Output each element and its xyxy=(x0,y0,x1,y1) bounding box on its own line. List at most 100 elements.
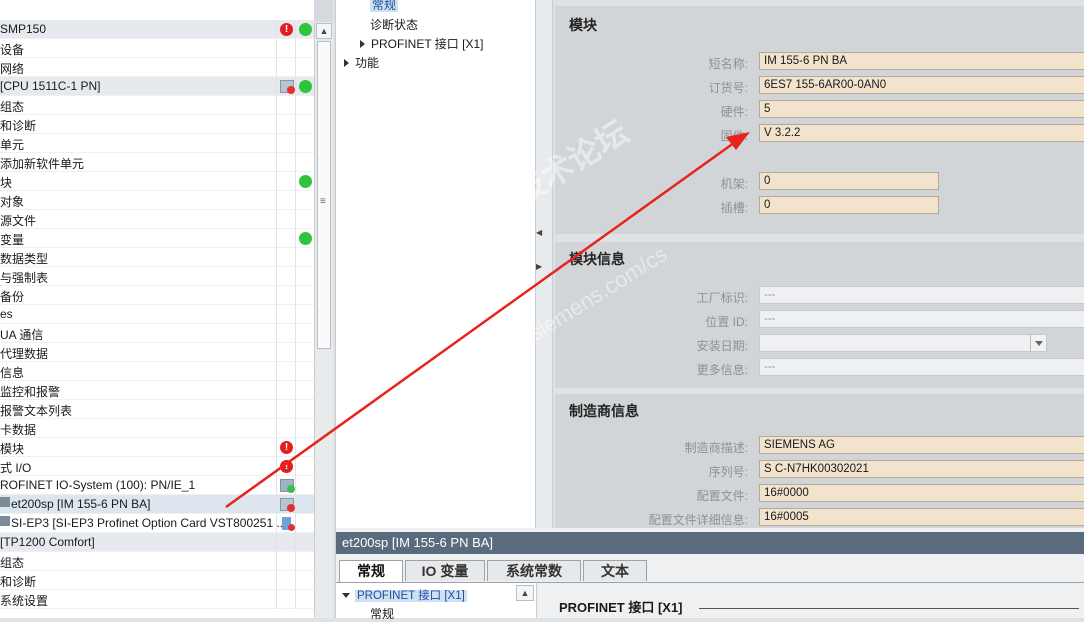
slot-field[interactable]: 0 xyxy=(759,196,939,214)
rack-field[interactable]: 0 xyxy=(759,172,939,190)
ok-status-icon xyxy=(299,23,312,36)
tab-io-tags[interactable]: IO 变量 xyxy=(405,560,485,581)
profile-detail-label: 配置文件详细信息: xyxy=(648,513,748,527)
inspector-heading: PROFINET 接口 [X1] xyxy=(559,600,683,615)
tab-system-constants[interactable]: 系统常数 xyxy=(487,560,581,581)
module-error-icon xyxy=(282,517,295,531)
section-title-manufacturer: 制造商信息 xyxy=(569,403,639,419)
tree-item[interactable]: SMP150! xyxy=(0,20,314,39)
tree-item-label: 式 I/O xyxy=(0,461,32,475)
tree-item-label: 备份 xyxy=(0,290,25,304)
collapse-left-icon[interactable]: ◀ xyxy=(536,228,542,238)
tab-texts[interactable]: 文本 xyxy=(583,560,647,581)
tree-item-label: 信息 xyxy=(0,366,25,380)
tree-item[interactable]: UA 通信 xyxy=(0,324,314,343)
tree-item[interactable]: et200sp [IM 155-6 PN BA] xyxy=(0,495,314,514)
tree-item[interactable]: 卡数据 xyxy=(0,419,314,438)
tree-item[interactable]: 添加新软件单元 xyxy=(0,153,314,172)
tree-item[interactable]: 信息 xyxy=(0,362,314,381)
nav-item-profinet[interactable]: PROFINET 接口 [X1] xyxy=(360,35,483,52)
status-column xyxy=(295,362,314,381)
panel-splitter[interactable]: ◀ ▶ xyxy=(535,0,553,528)
mfr-desc-field[interactable]: SIEMENS AG xyxy=(759,436,1084,454)
tree-item[interactable]: 设备 xyxy=(0,39,314,58)
tree-item-label: 模块 xyxy=(0,442,25,456)
scroll-up-icon[interactable]: ▲ xyxy=(316,23,332,39)
tree-item[interactable]: 变量 xyxy=(0,229,314,248)
tree-item[interactable]: [TP1200 Comfort] xyxy=(0,533,314,552)
tree-item[interactable]: 网络 xyxy=(0,58,314,77)
install-date-label: 安装日期: xyxy=(696,339,748,353)
tree-item[interactable]: 报警文本列表 xyxy=(0,400,314,419)
location-id-label: 位置 ID: xyxy=(705,315,748,329)
device-icon xyxy=(0,516,10,526)
status-column xyxy=(276,172,295,191)
nav-item-general[interactable]: 常规 xyxy=(370,0,399,12)
tree-item[interactable]: 源文件 xyxy=(0,210,314,229)
serial-label: 序列号: xyxy=(708,465,748,479)
dropdown-arrow-icon[interactable] xyxy=(1030,335,1046,351)
tree-item-label: 添加新软件单元 xyxy=(0,157,85,171)
profile-detail-field[interactable]: 16#0005 xyxy=(759,508,1084,526)
status-column xyxy=(295,39,314,58)
status-column xyxy=(276,533,295,552)
tree-item[interactable]: [CPU 1511C-1 PN] xyxy=(0,77,314,96)
tab-general[interactable]: 常规 xyxy=(339,560,403,582)
ok-status-icon xyxy=(299,175,312,188)
install-date-field[interactable] xyxy=(759,334,1047,352)
hardware-field[interactable]: 5 xyxy=(759,100,1084,118)
more-info-field[interactable]: --- xyxy=(759,358,1084,376)
tree-item[interactable]: 单元 xyxy=(0,134,314,153)
tree-item[interactable]: 数据类型 xyxy=(0,248,314,267)
tree-item[interactable]: 备份 xyxy=(0,286,314,305)
hardware-label: 硬件: xyxy=(720,105,748,119)
tree-item[interactable]: SI-EP3 [SI-EP3 Profinet Option Card VST8… xyxy=(0,514,314,533)
tree-item[interactable]: ROFINET IO-System (100): PN/IE_1 xyxy=(0,476,314,495)
scroll-thumb[interactable]: ≡ xyxy=(317,41,331,349)
nav-item-function[interactable]: 功能 xyxy=(344,54,379,71)
property-panel: 模块 短名称: IM 155-6 PN BA 订货号: 6ES7 155-6AR… xyxy=(553,0,1084,528)
tree-item[interactable]: 与强制表 xyxy=(0,267,314,286)
tree-item[interactable]: 监控和报警 xyxy=(0,381,314,400)
tree-item[interactable]: 模块! xyxy=(0,438,314,457)
tree-item[interactable]: 对象 xyxy=(0,191,314,210)
module-section: 模块 短名称: IM 155-6 PN BA 订货号: 6ES7 155-6AR… xyxy=(555,6,1084,234)
expand-arrow-icon[interactable] xyxy=(360,40,365,48)
inspector-scroll-up-icon[interactable]: ▲ xyxy=(516,585,534,601)
short-name-field[interactable]: IM 155-6 PN BA xyxy=(759,52,1084,70)
plant-id-field[interactable]: --- xyxy=(759,286,1084,304)
tree-item[interactable]: 式 I/O! xyxy=(0,457,314,476)
tree-item-label: 组态 xyxy=(0,556,25,570)
tree-item[interactable]: 和诊断 xyxy=(0,115,314,134)
section-title-module-info: 模块信息 xyxy=(569,251,625,267)
collapse-right-icon[interactable]: ▶ xyxy=(536,262,542,272)
status-column xyxy=(295,20,314,39)
serial-field[interactable]: S C-N7HK00302021 xyxy=(759,460,1084,478)
tree-item[interactable]: 代理数据 xyxy=(0,343,314,362)
firmware-field[interactable]: V 3.2.2 xyxy=(759,124,1084,142)
status-column xyxy=(276,571,295,590)
tree-scrollbar-cap xyxy=(314,0,333,22)
section-title-module: 模块 xyxy=(569,17,597,33)
status-column xyxy=(295,514,314,533)
tree-item[interactable]: 系统设置 xyxy=(0,590,314,609)
status-column xyxy=(295,324,314,343)
collapse-arrow-icon[interactable] xyxy=(342,593,350,598)
tree-item[interactable]: es xyxy=(0,305,314,324)
tree-item-label: 变量 xyxy=(0,233,25,247)
location-id-field[interactable]: --- xyxy=(759,310,1084,328)
tree-item[interactable]: 组态 xyxy=(0,96,314,115)
tree-item[interactable]: 和诊断 xyxy=(0,571,314,590)
tree-scrollbar[interactable]: ▲ ≡ xyxy=(314,22,333,618)
profile-field[interactable]: 16#0000 xyxy=(759,484,1084,502)
inspector-nav-profinet[interactable]: PROFINET 接口 [X1] xyxy=(342,587,467,603)
tree-item[interactable]: 组态 xyxy=(0,552,314,571)
property-nav: 常规 诊断状态 PROFINET 接口 [X1] 功能 xyxy=(335,0,535,528)
tree-item[interactable]: 块 xyxy=(0,172,314,191)
tree-item-label: ROFINET IO-System (100): PN/IE_1 xyxy=(0,478,196,492)
status-column: ! xyxy=(276,438,295,457)
expand-arrow-icon[interactable] xyxy=(344,59,349,67)
nav-item-diag-status[interactable]: 诊断状态 xyxy=(370,16,418,33)
order-no-field[interactable]: 6ES7 155-6AR00-0AN0 xyxy=(759,76,1084,94)
inspector-nav-general[interactable]: 常规 xyxy=(370,605,394,622)
